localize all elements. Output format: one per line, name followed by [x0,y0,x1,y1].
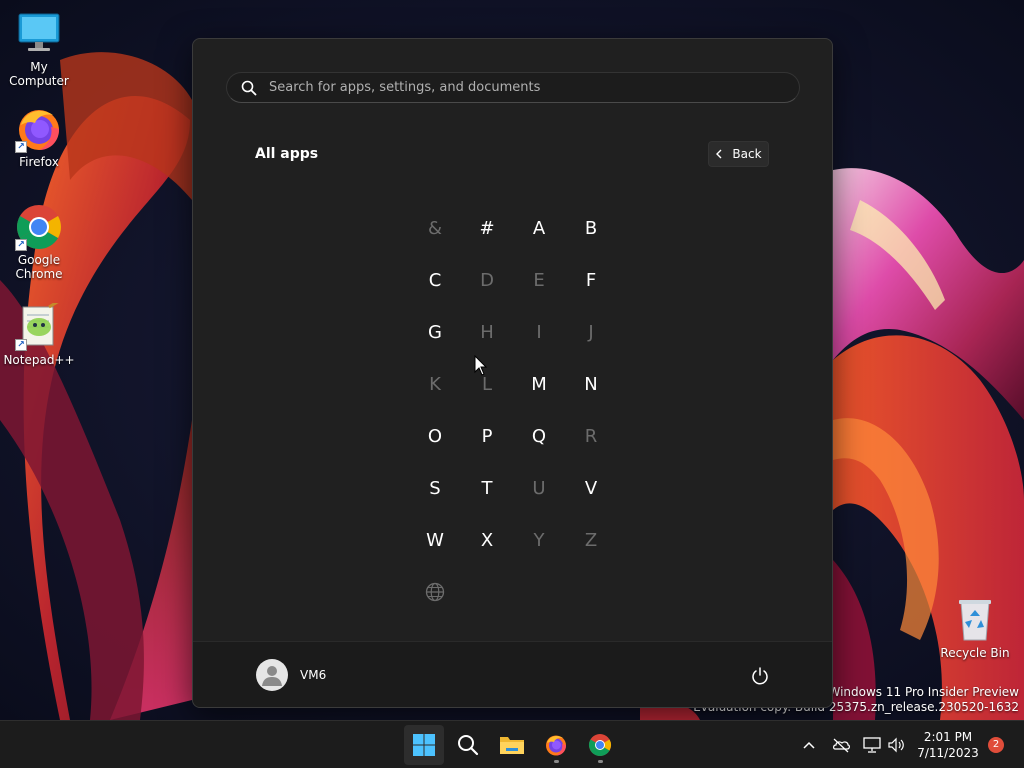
letter-button[interactable]: X [461,514,513,566]
clock-time: 2:01 PM [923,730,973,744]
file-explorer-icon [500,737,524,754]
taskbar-firefox[interactable] [536,725,576,765]
letter-button[interactable]: M [513,358,565,410]
desktop-icon-chrome[interactable]: ↗ Google Chrome [0,203,78,281]
desktop-icon-firefox[interactable]: ↗ Firefox [0,105,78,169]
section-title-all-apps: All apps [255,146,319,162]
taskbar-search-button[interactable] [448,725,488,765]
letter-button: D [480,269,494,291]
power-icon[interactable] [750,666,770,686]
letter-button: E [533,269,545,291]
letter-button: & [427,217,443,239]
letter-button: J [588,321,594,343]
letter-button[interactable]: B [565,202,617,254]
firefox-icon [546,735,566,756]
desktop-icon-label: Google Chrome [15,253,63,281]
back-button-label: Back [732,147,762,161]
desktop-icon-my-computer[interactable]: My Computer [0,10,78,88]
letter-button[interactable]: A [513,202,565,254]
chevron-left-icon [716,149,722,159]
running-indicator [554,760,559,763]
notepadpp-icon: ↗ [15,299,63,351]
start-menu-footer: VM6 [193,641,832,707]
letter-button[interactable]: O [409,410,461,462]
letter-button[interactable]: P [461,410,513,462]
desktop-icon-label: Notepad++ [3,353,75,367]
desktop-icon-recycle-bin[interactable]: Recycle Bin [936,596,1014,660]
running-indicator [598,760,603,763]
search-input[interactable] [269,80,769,95]
letter-button: U [532,477,546,499]
start-button[interactable] [404,725,444,765]
letter-globe-icon [409,566,461,618]
letter-button[interactable]: Q [513,410,565,462]
avatar[interactable] [256,659,288,691]
taskbar-file-explorer[interactable] [492,725,532,765]
monitor-icon [15,10,63,58]
start-search-box[interactable] [226,72,800,103]
shortcut-arrow-icon: ↗ [15,141,27,153]
letter-button: H [480,321,494,343]
alphabet-jump-list: & # A B C D E F G H I J K L M N O P Q R S T U V W X Y Z [409,202,617,618]
start-icon [413,734,435,756]
start-menu: All apps Back &#ABCDEFGHIJKLMNOPQRSTUVWX… [192,38,833,708]
volume-icon[interactable] [886,735,906,755]
letter-button[interactable]: N [565,358,617,410]
recycle-bin-icon [951,596,999,644]
letter-button[interactable]: W [409,514,461,566]
letter-button: R [584,425,598,447]
back-button[interactable]: Back [708,141,769,167]
desktop-icon-notepadpp[interactable]: ↗ Notepad++ [0,299,78,367]
mouse-cursor-icon [474,355,488,376]
letter-button[interactable]: V [565,462,617,514]
shortcut-arrow-icon: ↗ [15,239,27,251]
desktop-icon-label: My Computer [9,60,69,88]
user-name[interactable]: VM6 [300,668,326,682]
search-icon [241,80,257,95]
search-icon [458,735,479,756]
letter-button: I [536,321,542,343]
letter-button[interactable]: S [409,462,461,514]
network-icon[interactable] [862,735,882,755]
firefox-icon: ↗ [15,105,63,153]
taskbar: 2:01 PM 7/11/2023 2 [0,720,1024,768]
letter-button: Z [584,529,598,551]
letter-button[interactable]: C [409,254,461,306]
letter-button[interactable]: F [565,254,617,306]
letter-button: Y [533,529,545,551]
chrome-icon: ↗ [15,203,63,251]
desktop-icon-label: Recycle Bin [940,646,1010,660]
clock[interactable]: 2:01 PM 7/11/2023 [912,729,984,761]
desktop-icon-label: Firefox [19,155,59,169]
taskbar-chrome[interactable] [580,725,620,765]
letter-button[interactable]: # [461,202,513,254]
chevron-up-icon[interactable] [799,735,819,755]
onedrive-icon[interactable] [831,735,851,755]
chrome-icon [589,734,611,756]
user-icon [262,666,282,686]
letter-button: K [429,373,441,395]
globe-icon [425,582,445,602]
shortcut-arrow-icon: ↗ [15,339,27,351]
letter-button[interactable]: T [461,462,513,514]
clock-date: 7/11/2023 [917,746,979,760]
notification-badge[interactable]: 2 [988,737,1004,753]
letter-button[interactable]: G [409,306,461,358]
